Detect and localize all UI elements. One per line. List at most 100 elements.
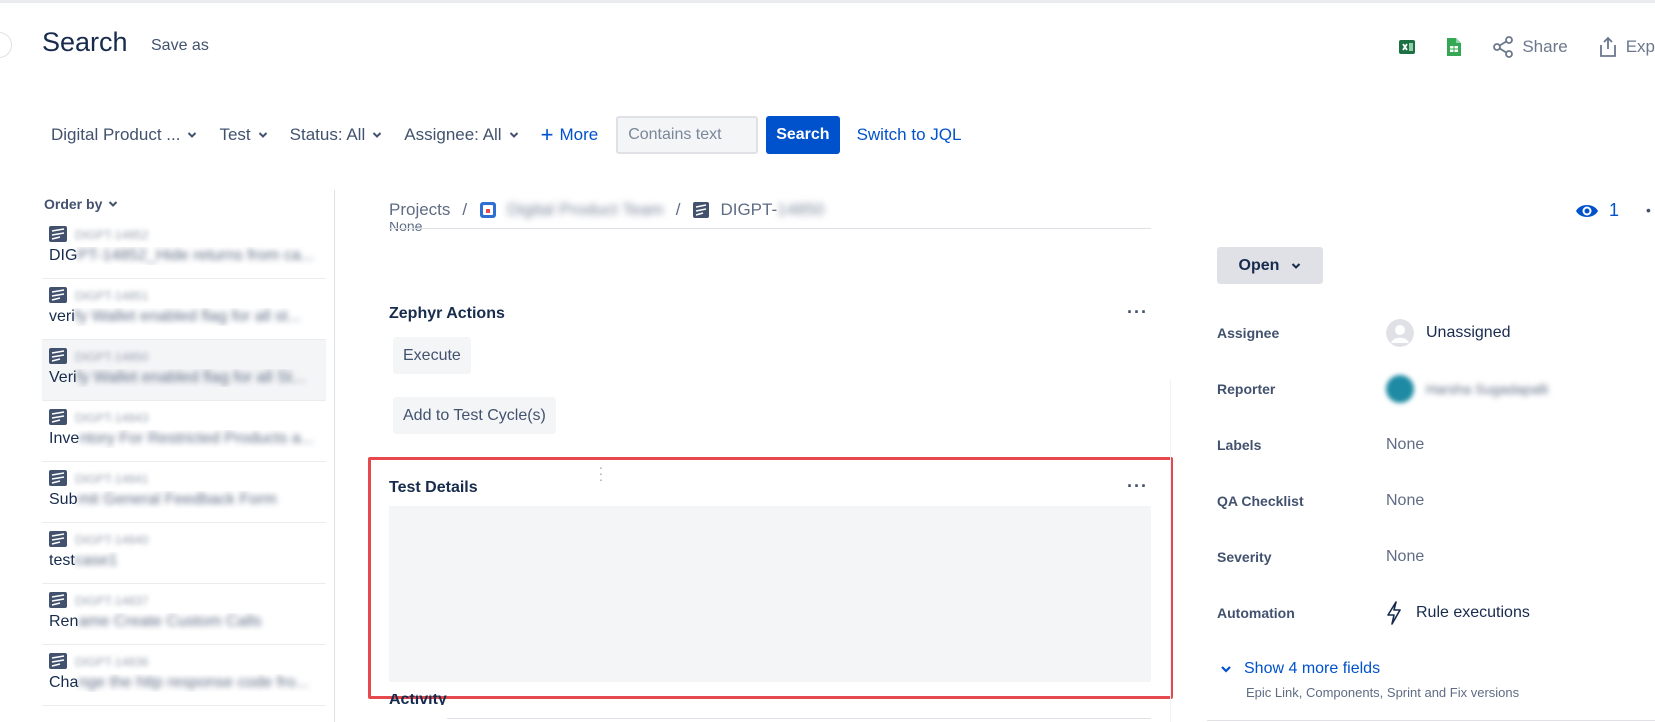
project-filter-label: Digital Product ... [51,125,181,144]
field-label: Labels [1217,437,1262,453]
issue-summary-visible: Inve [49,430,80,447]
sidebar-toggle-button[interactable] [0,32,12,58]
type-filter-label: Test [219,125,251,144]
issue-key: DIGPT-14836 [75,655,149,669]
breadcrumb-issue-key[interactable]: DIGPT- [720,200,777,220]
search-input[interactable] [616,116,759,154]
share-icon [1493,36,1514,58]
issue-summary-visible: test [49,552,75,569]
more-filters-button[interactable]: + More [541,124,599,146]
panel-divider[interactable] [334,190,335,722]
automation-value[interactable]: Rule executions [1386,601,1530,625]
assignee-filter[interactable]: Assignee: All [404,125,518,145]
issue-key: DIGPT-14851 [75,289,149,303]
status-dropdown-button[interactable]: Open [1217,247,1323,284]
excel-icon [1399,40,1416,54]
add-to-test-cycle-button[interactable]: Add to Test Cycle(s) [393,397,556,434]
assignee-value[interactable]: Unassigned [1386,319,1511,347]
save-as-button[interactable]: Save as [151,37,209,55]
show-more-description: Epic Link, Components, Sprint and Fix ve… [1246,685,1520,700]
plus-icon: + [540,122,554,147]
watch-count: 1 [1609,200,1620,220]
more-filters-label: More [559,125,599,144]
upload-icon [1599,36,1616,57]
google-sheets-icon [1447,38,1462,56]
execute-button[interactable]: Execute [393,337,471,374]
list-item[interactable]: DIGPT-14850 Verify Wallet enabled flag fo… [42,340,326,401]
filter-bar: Digital Product ... Test Status: All Ass… [51,116,961,154]
page-title: Search [42,27,128,57]
breadcrumb-project-name[interactable]: Digital Product Team [507,200,664,220]
export-sheets-button[interactable] [1446,34,1462,60]
status-filter-label: Status: All [289,125,366,144]
search-button[interactable]: Search [766,116,840,154]
export-excel-button[interactable] [1398,34,1416,60]
list-item[interactable]: DIGPT-14843 Inventory For Restricted Prod… [42,401,326,462]
reporter-value[interactable]: Harsha Sugadapalli [1386,375,1548,403]
show-more-fields-button[interactable]: Show 4 more fields [1220,660,1380,678]
issue-key: DIGPT-14850 [75,350,149,364]
issue-key: DIGPT-14852 [75,228,149,242]
order-by-button[interactable]: Order by [44,190,326,218]
list-item[interactable]: DIGPT-14851 verify Wallet enabled flag fo… [42,279,326,340]
divider [389,228,1151,229]
list-item[interactable]: DIGPT-14836 Change the http response code… [42,645,326,706]
qa-checklist-value[interactable]: None [1386,492,1424,510]
list-item[interactable]: DIGPT-14841 Submit General Feedback Form [42,462,326,523]
zephyr-actions-title: Zephyr Actions [389,305,505,322]
top-border [0,0,1655,3]
more-actions-icon[interactable]: • [1646,202,1651,218]
list-item[interactable]: DIGPT-14837 Rename Create Custom Calls [42,584,326,645]
field-automation: Automation Rule executions [1217,598,1647,628]
issue-summary-visible: DIG [49,247,78,264]
test-issue-type-icon [693,202,710,218]
issue-summary: Rename Create Custom Calls [49,613,320,631]
field-label: Automation [1217,605,1295,621]
type-filter[interactable]: Test [219,125,267,145]
status-filter[interactable]: Status: All [290,125,383,145]
switch-to-jql-link[interactable]: Switch to JQL [857,125,962,145]
activity-title: Activity [389,694,447,705]
test-issue-type-icon [49,287,67,303]
project-avatar-icon [480,202,497,218]
breadcrumb-issue-number: 14850 [777,200,825,219]
breadcrumb-projects[interactable]: Projects [389,200,450,220]
field-label: Severity [1217,549,1272,565]
assignee-filter-label: Assignee: All [404,125,502,144]
order-by-label: Order by [44,196,103,212]
breadcrumb: Projects / Digital Product Team / DIGPT-… [389,200,824,220]
watch-button[interactable]: 1 [1575,200,1619,221]
highlight-box [368,457,1173,699]
test-issue-type-icon [49,409,67,425]
chevron-down-icon [509,132,518,138]
share-button[interactable]: Share [1492,34,1568,60]
issue-summary: DIGPT-14852_Hide returns from ca... [49,247,320,265]
issue-summary: testcase1 [49,552,320,570]
issue-summary: Change the http response code fro... [49,674,320,692]
divider [1207,720,1655,721]
list-item[interactable]: DIGPT-14852 DIGPT-14852_Hide returns from… [42,218,326,279]
zephyr-more-icon[interactable]: ··· [1127,302,1148,323]
export-label: Exp [1625,37,1655,56]
field-label: QA Checklist [1217,493,1304,509]
issue-summary-blurred: ntory For Restricted Products a... [79,430,314,447]
project-filter[interactable]: Digital Product ... [51,125,197,145]
export-button[interactable]: Exp [1598,34,1655,60]
avatar [1386,375,1414,403]
issue-key: DIGPT-14840 [75,533,149,547]
severity-value[interactable]: None [1386,548,1424,566]
issue-summary-blurred: fy Wallet enabled flag for all st... [74,308,301,325]
labels-value[interactable]: None [1386,436,1424,454]
issue-summary: Submit General Feedback Form [49,491,320,509]
issue-summary-blurred: mit General Feedback Form [77,491,277,508]
list-item[interactable]: DIGPT-14840 testcase1 [42,523,326,584]
field-assignee: Assignee Unassigned [1217,318,1647,348]
test-issue-type-icon [49,653,67,669]
share-label: Share [1522,37,1568,56]
field-label: Assignee [1217,325,1280,341]
field-severity: Severity None [1217,542,1647,572]
chevron-down-icon [188,132,197,138]
chevron-down-icon [109,201,118,207]
divider [1170,380,1171,722]
test-issue-type-icon [49,531,67,547]
